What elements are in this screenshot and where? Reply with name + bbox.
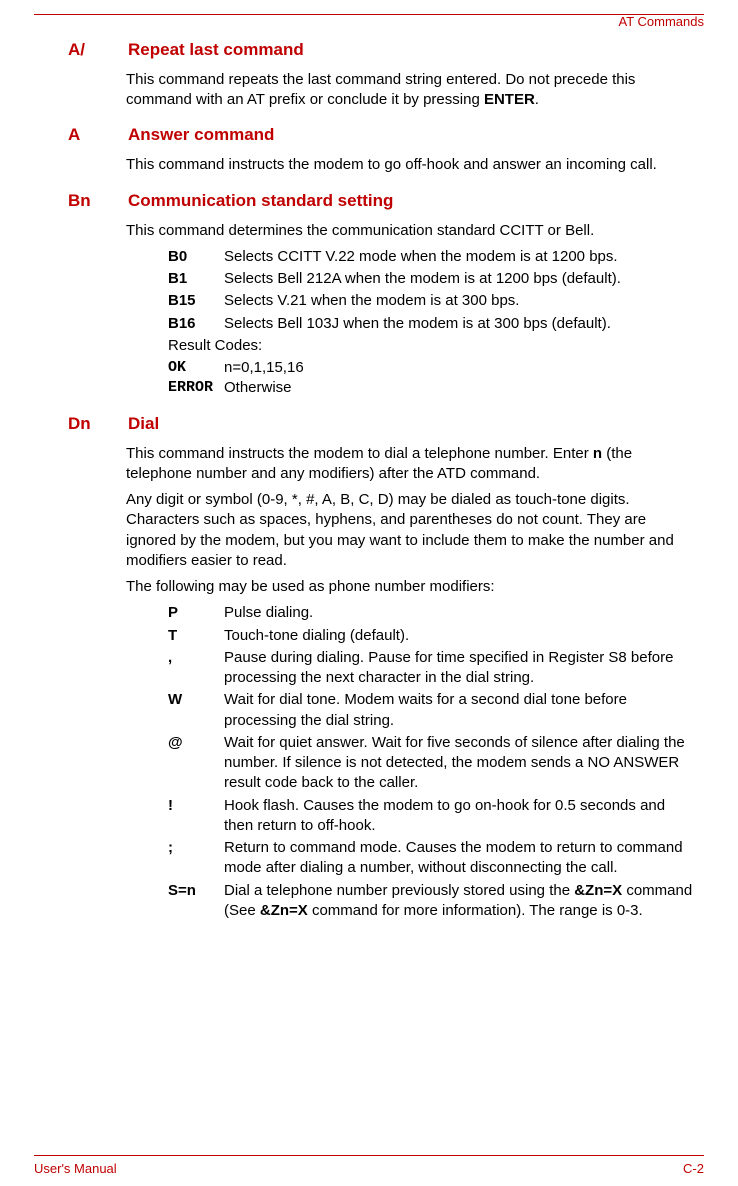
table-row: !Hook flash. Causes the modem to go on-h… (168, 796, 694, 837)
footer-left: User's Manual (34, 1161, 117, 1176)
paragraph: The following may be used as phone numbe… (126, 577, 694, 597)
cmd-symbol: Dn (68, 413, 108, 436)
row-value: Hook flash. Causes the modem to go on-ho… (224, 796, 694, 837)
rc-key: ERROR (168, 378, 224, 398)
row-key: ! (168, 796, 224, 816)
row-key: S=n (168, 881, 224, 901)
row-value: Selects V.21 when the modem is at 300 bp… (224, 291, 694, 311)
footer-right: C-2 (683, 1161, 704, 1176)
section-heading: A Answer command (68, 124, 694, 147)
cmd-symbol: A/ (68, 39, 108, 62)
paragraph: This command instructs the modem to dial… (126, 444, 694, 485)
table-row: B0Selects CCITT V.22 mode when the modem… (168, 247, 694, 267)
table-row: B1Selects Bell 212A when the modem is at… (168, 269, 694, 289)
table-row: WWait for dial tone. Modem waits for a s… (168, 690, 694, 731)
row-key: B16 (168, 314, 224, 334)
result-code-row: ERROROtherwise (168, 378, 694, 398)
text: This command instructs the modem to dial… (126, 445, 593, 462)
cmd-ref: &Zn=X (574, 882, 622, 899)
result-code-row: OKn=0,1,15,16 (168, 358, 694, 378)
result-codes-label: Result Codes: (168, 336, 694, 356)
row-key: T (168, 626, 224, 646)
cmd-symbol: Bn (68, 190, 108, 213)
text: Dial a telephone number previously store… (224, 882, 574, 899)
row-key: B0 (168, 247, 224, 267)
dn-table: PPulse dialing. TTouch-tone dialing (def… (168, 603, 694, 921)
row-key: B15 (168, 291, 224, 311)
table-row: ,Pause during dialing. Pause for time sp… (168, 648, 694, 689)
bn-table: B0Selects CCITT V.22 mode when the modem… (168, 247, 694, 334)
table-row: @Wait for quiet answer. Wait for five se… (168, 733, 694, 794)
key-enter: ENTER (484, 91, 535, 108)
cmd-title: Answer command (128, 124, 274, 147)
row-value: Pause during dialing. Pause for time spe… (224, 648, 694, 689)
row-value: Selects Bell 212A when the modem is at 1… (224, 269, 694, 289)
section-heading: A/ Repeat last command (68, 39, 694, 62)
paragraph: This command instructs the modem to go o… (126, 155, 694, 175)
row-value: Dial a telephone number previously store… (224, 881, 694, 922)
section-dn: Dn Dial This command instructs the modem… (68, 413, 694, 921)
row-key: W (168, 690, 224, 710)
page: AT Commands A/ Repeat last command This … (0, 14, 738, 1186)
paragraph: This command repeats the last command st… (126, 70, 694, 111)
section-heading: Bn Communication standard setting (68, 190, 694, 213)
text: This command repeats the last command st… (126, 71, 635, 108)
row-key: @ (168, 733, 224, 753)
rc-key: OK (168, 358, 224, 378)
row-value: Selects CCITT V.22 mode when the modem i… (224, 247, 694, 267)
table-row: B16Selects Bell 103J when the modem is a… (168, 314, 694, 334)
row-value: Wait for quiet answer. Wait for five sec… (224, 733, 694, 794)
row-key: B1 (168, 269, 224, 289)
text: . (535, 91, 539, 108)
section-repeat-last: A/ Repeat last command This command repe… (68, 39, 694, 110)
section-body: This command determines the communicatio… (126, 221, 694, 241)
paragraph: Any digit or symbol (0-9, *, #, A, B, C,… (126, 490, 694, 571)
section-body: This command instructs the modem to dial… (126, 444, 694, 598)
section-answer: A Answer command This command instructs … (68, 124, 694, 175)
table-row: B15Selects V.21 when the modem is at 300… (168, 291, 694, 311)
row-value: Selects Bell 103J when the modem is at 3… (224, 314, 694, 334)
var-n: n (593, 445, 602, 462)
section-body: This command repeats the last command st… (126, 70, 694, 111)
section-heading: Dn Dial (68, 413, 694, 436)
cmd-title: Repeat last command (128, 39, 304, 62)
row-value: Wait for dial tone. Modem waits for a se… (224, 690, 694, 731)
row-value: Pulse dialing. (224, 603, 694, 623)
row-value: Touch-tone dialing (default). (224, 626, 694, 646)
cmd-title: Communication standard setting (128, 190, 393, 213)
rc-value: n=0,1,15,16 (224, 358, 694, 378)
table-row: ;Return to command mode. Causes the mode… (168, 838, 694, 879)
table-row: S=n Dial a telephone number previously s… (168, 881, 694, 922)
table-row: TTouch-tone dialing (default). (168, 626, 694, 646)
row-key: , (168, 648, 224, 668)
section-bn: Bn Communication standard setting This c… (68, 190, 694, 399)
cmd-title: Dial (128, 413, 159, 436)
cmd-ref: &Zn=X (260, 902, 308, 919)
row-key: P (168, 603, 224, 623)
paragraph: This command determines the communicatio… (126, 221, 694, 241)
rc-value: Otherwise (224, 378, 694, 398)
text: command for more information). The range… (308, 902, 643, 919)
section-body: This command instructs the modem to go o… (126, 155, 694, 175)
cmd-symbol: A (68, 124, 108, 147)
header-title: AT Commands (619, 14, 705, 29)
row-key: ; (168, 838, 224, 858)
row-value: Return to command mode. Causes the modem… (224, 838, 694, 879)
content: A/ Repeat last command This command repe… (34, 15, 704, 921)
table-row: PPulse dialing. (168, 603, 694, 623)
bottom-rule (34, 1155, 704, 1156)
